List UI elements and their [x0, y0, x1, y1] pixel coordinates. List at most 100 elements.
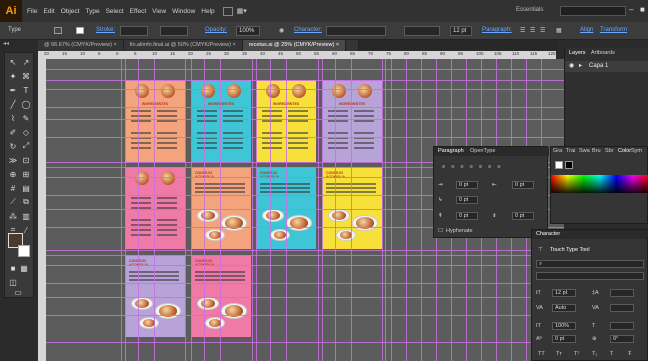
- menu-item-file[interactable]: File: [27, 8, 37, 15]
- artboard-page[interactable]: CONSEJO ACOMOLIA: [322, 167, 382, 249]
- vertical-scale-field[interactable]: 100%: [552, 322, 576, 330]
- align-right-icon[interactable]: ☰: [540, 27, 545, 34]
- color-panel-tab[interactable]: Swa: [579, 148, 590, 154]
- paragraph-tab[interactable]: Paragraph: [438, 148, 464, 154]
- column-graph-tool-icon[interactable]: ▥: [21, 211, 31, 221]
- blend-tool-icon[interactable]: ⧉: [21, 197, 31, 207]
- artboard-page[interactable]: CONSEJO ACOMOLIA: [125, 255, 185, 337]
- arrange-documents-icon[interactable]: ▦▾: [237, 7, 247, 15]
- character-style-button[interactable]: T: [610, 351, 613, 357]
- menu-item-select[interactable]: Select: [106, 8, 124, 15]
- menu-item-type[interactable]: Type: [85, 8, 99, 15]
- color-panel-tab[interactable]: Trai: [566, 148, 575, 154]
- scale-tool-icon[interactable]: ⤢: [21, 141, 31, 151]
- baseline-shift-field[interactable]: 0 pt: [552, 335, 576, 343]
- hyphenate-checkbox[interactable]: ☐: [438, 228, 443, 234]
- color-panel-tab[interactable]: Gra: [553, 148, 562, 154]
- menu-item-edit[interactable]: Edit: [43, 8, 54, 15]
- selection-tool-icon[interactable]: ↖: [8, 57, 18, 67]
- font-family-dropdown[interactable]: ⌕: [536, 260, 644, 268]
- menu-item-effect[interactable]: Effect: [130, 8, 147, 15]
- font-size-field[interactable]: 12 pt: [552, 289, 576, 297]
- tracking-field[interactable]: [610, 304, 634, 312]
- font-family-field[interactable]: [326, 26, 386, 36]
- opacity-field[interactable]: 100%: [236, 26, 260, 36]
- align-center-icon[interactable]: ☰: [530, 27, 535, 34]
- space-before-field[interactable]: 0 pt: [456, 212, 478, 220]
- transform-link[interactable]: Transform: [600, 27, 627, 33]
- guide-line-horizontal[interactable]: [46, 265, 564, 266]
- color-mode-icon[interactable]: ■: [8, 263, 18, 273]
- guide-line-horizontal[interactable]: [46, 119, 564, 120]
- character-link[interactable]: Character:: [294, 27, 322, 33]
- expand-arrow-icon[interactable]: ▸: [579, 61, 582, 72]
- guide-line-horizontal[interactable]: [46, 315, 564, 316]
- visibility-eye-icon[interactable]: ◉: [569, 61, 574, 72]
- minimize-button[interactable]: –: [629, 5, 633, 14]
- stroke-link[interactable]: Stroke:: [96, 27, 115, 33]
- character-rotation-field[interactable]: 0°: [610, 335, 634, 343]
- color-panel-tab[interactable]: Color: [618, 148, 631, 154]
- character-style-button[interactable]: Ŧ: [628, 351, 631, 357]
- first-line-indent-field[interactable]: 0 pt: [456, 196, 478, 204]
- guide-line-horizontal[interactable]: [46, 250, 564, 251]
- mesh-tool-icon[interactable]: #: [8, 183, 18, 193]
- leading-field[interactable]: [610, 289, 634, 297]
- screen-mode-icon[interactable]: ▭: [13, 287, 23, 297]
- type-tool-icon[interactable]: T: [21, 85, 31, 95]
- vertical-ruler[interactable]: [38, 59, 46, 361]
- guide-line-horizontal[interactable]: [46, 107, 564, 108]
- menu-item-window[interactable]: Window: [172, 8, 195, 15]
- stroke-color-swatch[interactable]: [18, 245, 30, 257]
- eyedropper-tool-icon[interactable]: ⟋: [8, 197, 18, 207]
- guide-line-horizontal[interactable]: [46, 69, 564, 70]
- touch-type-tool-button[interactable]: Touch Type Tool: [550, 247, 590, 253]
- close-button[interactable]: ■: [640, 5, 645, 14]
- bridge-icon[interactable]: [222, 6, 233, 16]
- guide-line-horizontal[interactable]: [46, 297, 564, 298]
- font-style-field[interactable]: [404, 26, 440, 36]
- pen-tool-icon[interactable]: ✒: [8, 85, 18, 95]
- guide-line-horizontal[interactable]: [46, 80, 564, 81]
- line-tool-icon[interactable]: ╱: [8, 99, 18, 109]
- workspace-switcher[interactable]: Essentials: [516, 7, 543, 13]
- artboard-page[interactable]: INGREDIENTES: [322, 80, 382, 162]
- fill-indicator[interactable]: [555, 161, 563, 169]
- free-transform-tool-icon[interactable]: ⊡: [21, 155, 31, 165]
- shape-builder-tool-icon[interactable]: ⊕: [8, 169, 18, 179]
- alignment-buttons-icon[interactable]: ≡≡≡≡≡≡≡: [442, 164, 506, 170]
- character-style-button[interactable]: T₁: [592, 351, 597, 357]
- eraser-tool-icon[interactable]: ◇: [21, 127, 31, 137]
- artboard-page[interactable]: CONSEJO ACOMOLIA: [191, 255, 251, 337]
- font-style-dropdown[interactable]: [536, 272, 644, 280]
- paragraph-link[interactable]: Paragraph:: [482, 27, 512, 33]
- document-tab[interactable]: fin.alimfo.final.ai @ 50% (CMYK/Preview)…: [123, 40, 243, 51]
- horizontal-ruler[interactable]: 20 15 10 5 0 5 10 15 20 25 30 35 40 45 50 55 60 65 70 75 80 8…: [38, 51, 556, 59]
- indent-left-field[interactable]: 0 pt: [456, 181, 478, 189]
- stroke-indicator[interactable]: [565, 161, 573, 169]
- guide-line-horizontal[interactable]: [46, 255, 564, 256]
- align-link[interactable]: Align: [580, 27, 593, 33]
- kerning-field[interactable]: Auto: [552, 304, 576, 312]
- layers-tab[interactable]: Layers: [569, 50, 586, 56]
- magic-wand-tool-icon[interactable]: ✦: [8, 71, 18, 81]
- color-panel-tab[interactable]: Bru: [592, 148, 601, 154]
- layer-row[interactable]: ◉ ▸ Capa 1: [565, 61, 648, 72]
- space-after-field[interactable]: 0 pt: [512, 212, 534, 220]
- menu-item-object[interactable]: Object: [61, 8, 80, 15]
- horizontal-scale-field[interactable]: [610, 322, 634, 330]
- perspective-grid-tool-icon[interactable]: ⊞: [21, 169, 31, 179]
- symbol-sprayer-tool-icon[interactable]: ⁂: [8, 211, 18, 221]
- color-panel-tab[interactable]: Sbr: [605, 148, 614, 154]
- color-panel-tab[interactable]: Sym: [631, 148, 642, 154]
- character-style-button[interactable]: T¹: [574, 351, 579, 357]
- ellipse-tool-icon[interactable]: ◯: [21, 99, 31, 109]
- character-style-button[interactable]: TT: [538, 351, 545, 357]
- guide-line-horizontal[interactable]: [46, 283, 564, 284]
- artboard-page[interactable]: CONSEJO ACOMOLIA: [191, 167, 251, 249]
- artboard-page[interactable]: [125, 167, 185, 249]
- fill-swatch[interactable]: [54, 27, 62, 34]
- artboard-page[interactable]: INGREDIENTES: [191, 80, 251, 162]
- guide-line-horizontal[interactable]: [46, 137, 564, 138]
- options-icon[interactable]: ▦: [556, 27, 562, 34]
